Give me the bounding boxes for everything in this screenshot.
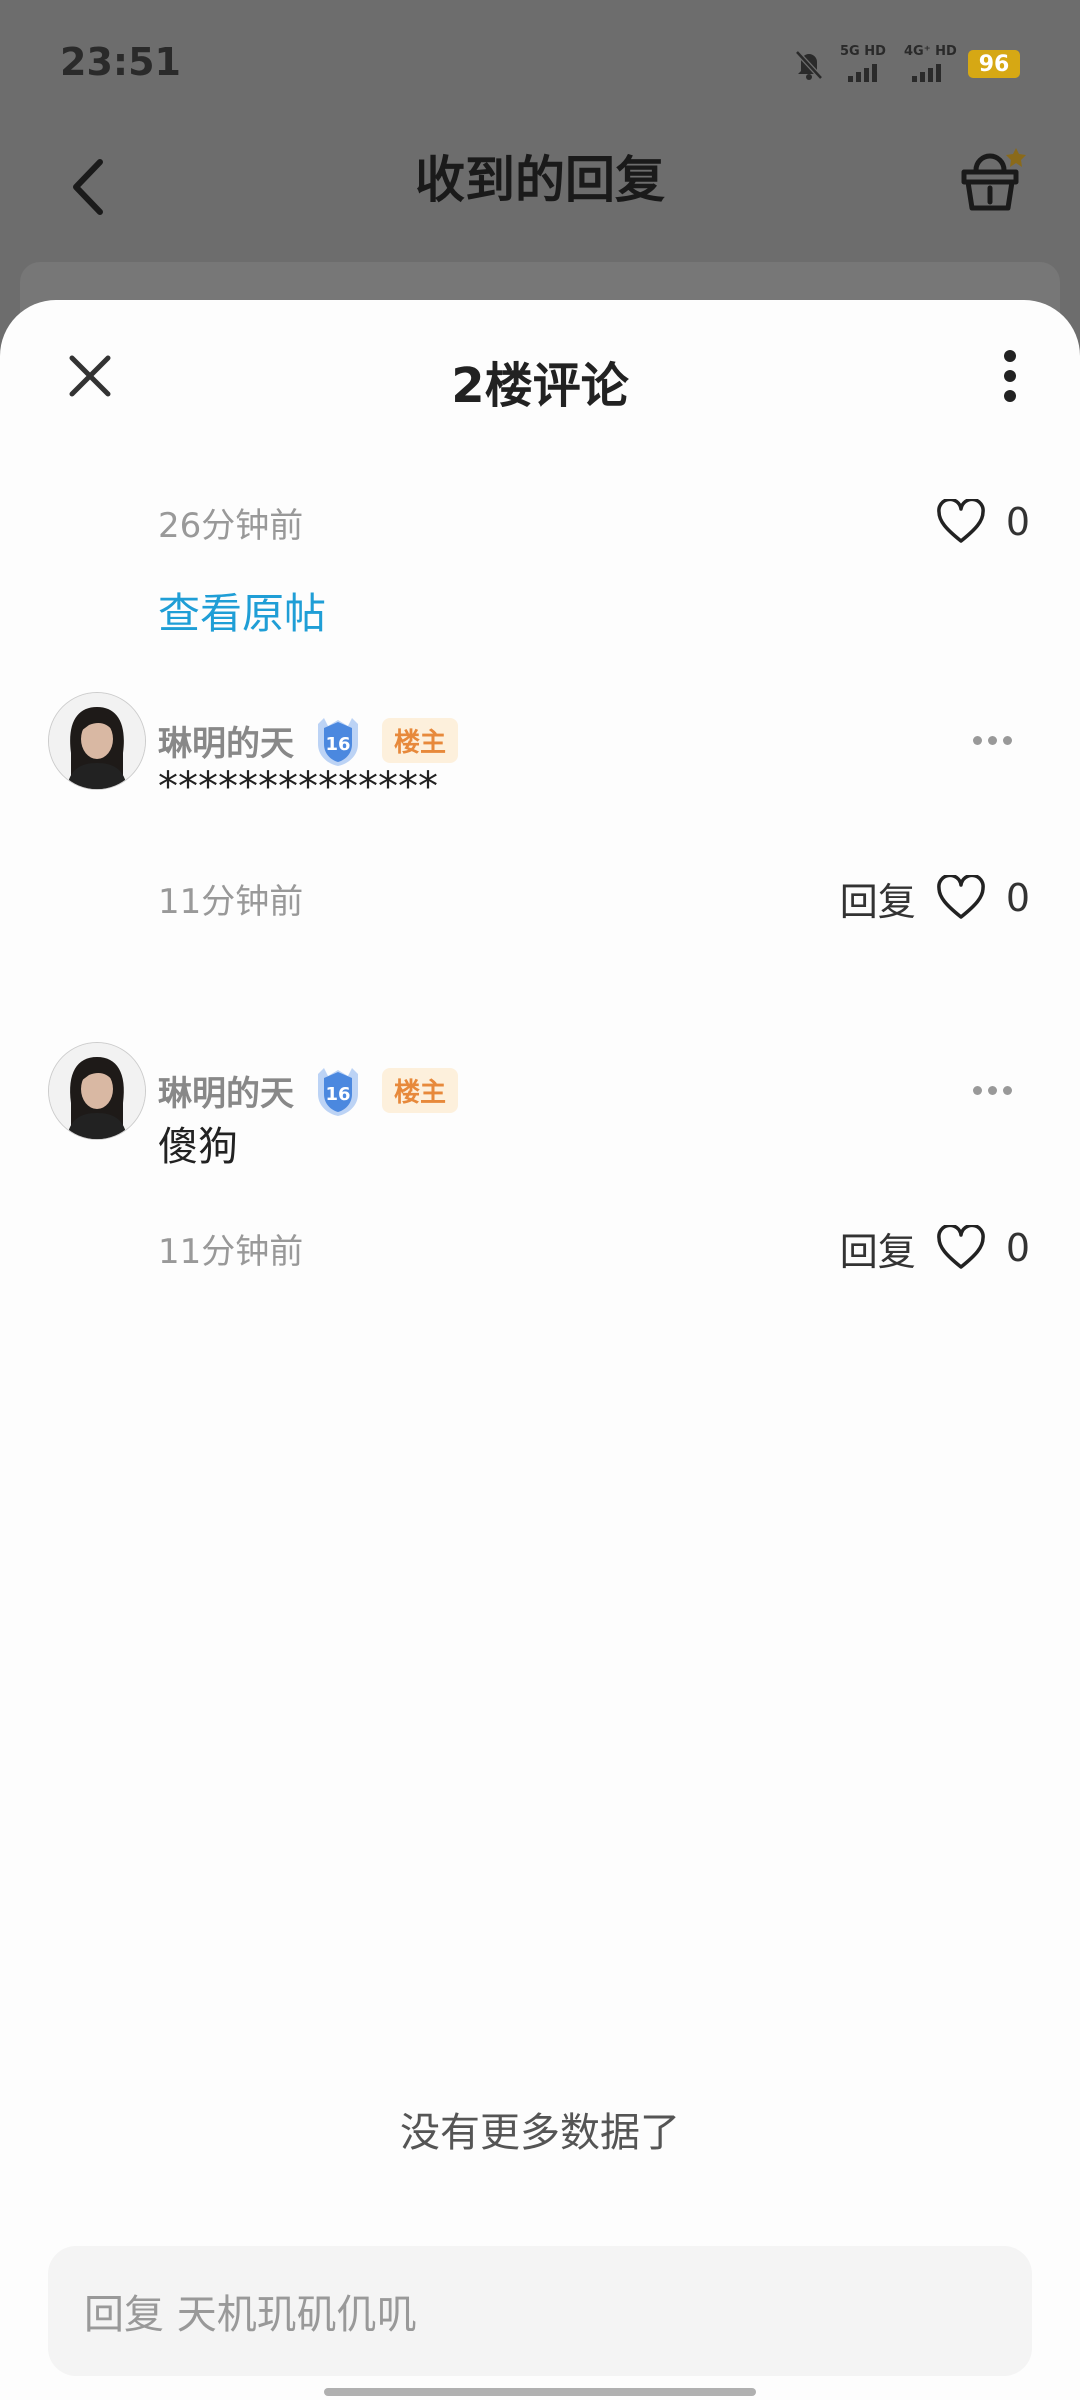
- battery-indicator: 96: [968, 50, 1020, 78]
- more-horizontal-icon[interactable]: [962, 1070, 1022, 1110]
- reply-button[interactable]: 回复: [840, 1221, 916, 1276]
- avatar[interactable]: [48, 692, 146, 790]
- reply-time: 11分钟前: [158, 1231, 304, 1272]
- status-icons: 5G HD 4G⁺ HD 96: [792, 44, 1020, 84]
- reply-user-row: 琳明的天 16 楼主: [158, 710, 459, 770]
- like-button[interactable]: 0: [936, 499, 1030, 545]
- home-indicator[interactable]: [324, 2388, 756, 2396]
- username[interactable]: 琳明的天: [158, 1066, 294, 1115]
- status-bar: 23:51 5G HD 4G⁺ HD 96: [0, 0, 1080, 130]
- comment-sheet: 2楼评论 26分钟前 0 查看原帖 琳明的天 16 楼主 ***********…: [0, 300, 1080, 2400]
- like-count: 0: [1005, 500, 1030, 544]
- reply-input-placeholder: 回复 天机玑矶仉叽: [84, 2292, 417, 2338]
- more-vertical-icon[interactable]: [970, 340, 1050, 412]
- no-more-data-text: 没有更多数据了: [400, 2110, 680, 2156]
- reply-text: **************: [158, 764, 438, 810]
- username[interactable]: 琳明的天: [158, 716, 294, 765]
- sheet-title: 2楼评论: [451, 358, 629, 414]
- reply-input[interactable]: 回复 天机玑矶仉叽: [48, 2246, 1032, 2376]
- avatar[interactable]: [48, 1042, 146, 1140]
- signal-4g: 4G⁺ HD: [904, 44, 957, 84]
- sheet-header: 2楼评论: [0, 300, 1080, 450]
- reply-meta: 11分钟前 回复 0: [158, 1218, 1030, 1278]
- background-page-title: 收到的回复: [415, 151, 665, 209]
- reply-time: 11分钟前: [158, 881, 304, 922]
- signal-bars-icon: [912, 64, 941, 82]
- heart-icon: [937, 1225, 985, 1269]
- host-badge: 楼主: [382, 1067, 459, 1113]
- mute-bell-icon: [795, 50, 823, 80]
- like-button[interactable]: 0: [936, 1225, 1030, 1271]
- status-time: 23:51: [60, 40, 181, 84]
- heart-icon: [937, 499, 985, 543]
- reply-user-row: 琳明的天 16 楼主: [158, 1060, 459, 1120]
- svg-text:16: 16: [325, 1084, 350, 1105]
- like-count: 0: [1005, 1226, 1030, 1270]
- like-count: 0: [1005, 876, 1030, 920]
- level-shield-icon: 16: [308, 710, 368, 770]
- reply-button[interactable]: 回复: [840, 871, 916, 926]
- main-comment-meta: 26分钟前 0: [158, 492, 1030, 552]
- like-button[interactable]: 0: [936, 875, 1030, 921]
- svg-text:16: 16: [325, 734, 350, 755]
- view-original-post-link[interactable]: 查看原帖: [158, 580, 326, 641]
- signal-5g: 5G HD: [840, 44, 890, 84]
- main-comment-time: 26分钟前: [158, 505, 304, 546]
- level-shield-icon: 16: [308, 1060, 368, 1120]
- host-badge: 楼主: [382, 717, 459, 763]
- signal-bars-icon: [848, 64, 877, 82]
- more-horizontal-icon[interactable]: [962, 720, 1022, 760]
- heart-icon: [937, 875, 985, 919]
- reply-meta: 11分钟前 回复 0: [158, 868, 1030, 928]
- reply-text: 傻狗: [158, 1124, 238, 1170]
